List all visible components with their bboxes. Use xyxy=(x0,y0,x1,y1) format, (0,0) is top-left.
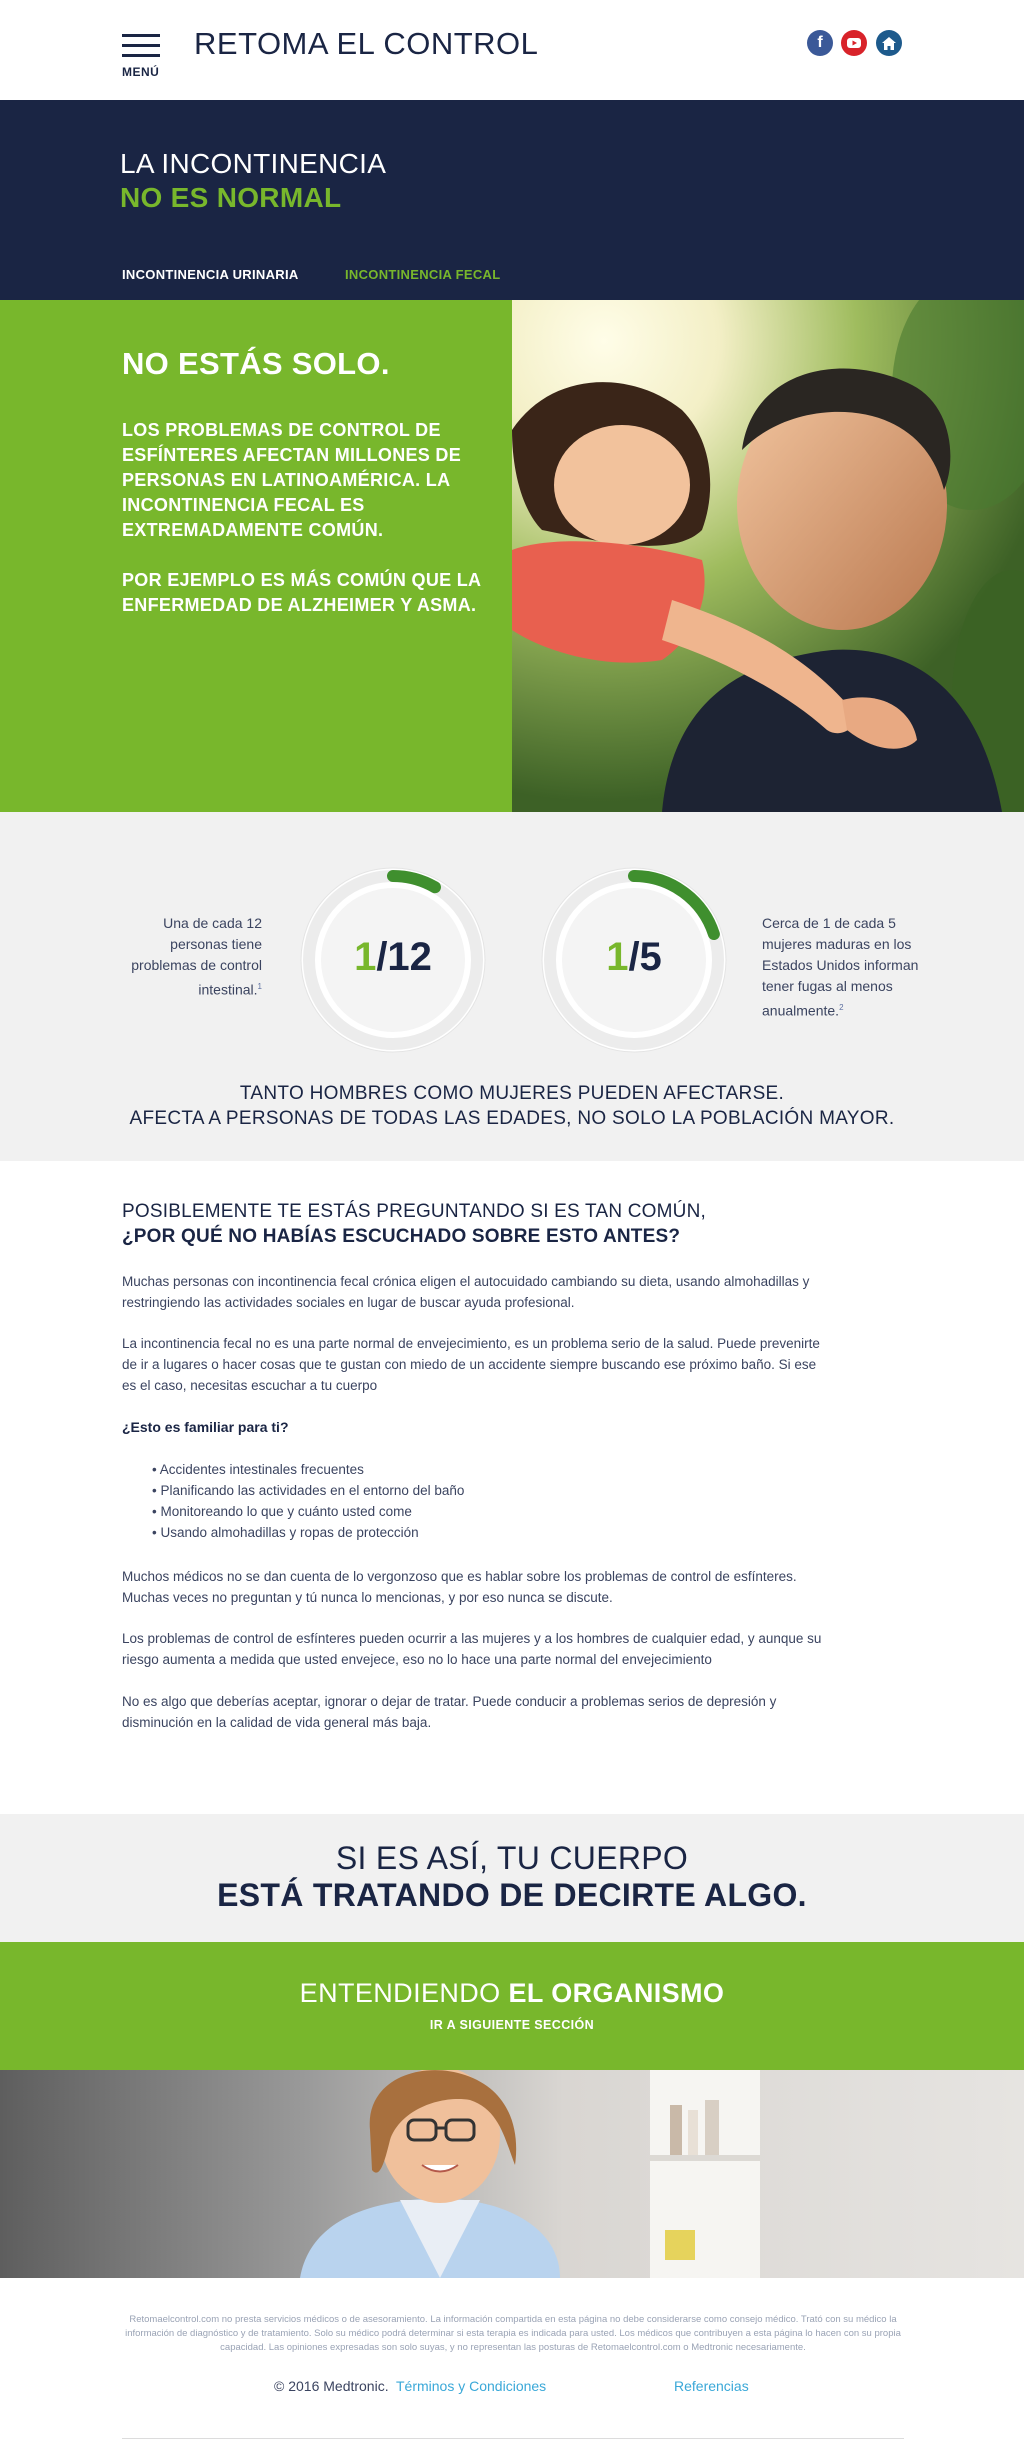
ring-numerator: 1 xyxy=(354,935,377,979)
menu-label: MENÚ xyxy=(122,65,160,79)
site-footer: Retomaelcontrol.com no presta servicios … xyxy=(0,2278,1024,2443)
menu-button[interactable]: MENÚ xyxy=(122,34,160,80)
hero-text-panel: NO ESTÁS SOLO. LOS PROBLEMAS DE CONTROL … xyxy=(0,300,512,812)
callout-line-bold: ESTÁ TRATANDO DE DECIRTE ALGO. xyxy=(217,1877,807,1913)
next-section-banner[interactable]: ENTENDIENDO EL ORGANISMO IR A SIGUIENTE … xyxy=(0,1942,1024,2070)
tab-urinary-incontinence[interactable]: INCONTINENCIA URINARIA xyxy=(122,267,299,282)
next-section-title-light: ENTENDIENDO xyxy=(299,1978,509,2008)
list-item: Accidentes intestinales frecuentes xyxy=(152,1459,464,1480)
doctor-photo xyxy=(0,2070,1024,2278)
ring-numerator: 1 xyxy=(606,935,629,979)
article-paragraph: No es algo que deberías aceptar, ignorar… xyxy=(122,1694,777,1730)
symptom-list: Accidentes intestinales frecuentes Plani… xyxy=(152,1459,465,1543)
article-paragraph: Muchas personas con incontinencia fecal … xyxy=(122,1274,810,1310)
list-item: Planificando las actividades en el entor… xyxy=(152,1480,464,1501)
hamburger-icon-bar xyxy=(122,54,160,57)
tab-fecal-incontinence[interactable]: INCONTINENCIA FECAL xyxy=(345,267,500,282)
article-paragraph: La incontinencia fecal no es una parte n… xyxy=(122,1336,820,1393)
article-section: POSIBLEMENTE TE ESTÁS PREGUNTANDO SI ES … xyxy=(0,1161,1024,1814)
hamburger-icon-bar xyxy=(122,44,160,47)
copyright: © 2016 Medtronic. xyxy=(274,2378,389,2394)
article-paragraph: Muchos médicos no se dan cuenta de lo ve… xyxy=(122,1569,797,1605)
intro-heading-bold: NO ES NORMAL xyxy=(120,182,342,213)
article-question: ¿Esto es familiar para ti? xyxy=(122,1419,289,1435)
stat-ring-1-in-12: 1/12 xyxy=(293,860,493,1060)
hero-paragraph: LOS PROBLEMAS DE CONTROL DE ESFÍNTERES A… xyxy=(122,420,462,540)
footer-disclaimer: Retomaelcontrol.com no presta servicios … xyxy=(125,2314,901,2353)
home-icon[interactable] xyxy=(876,30,902,56)
article-subheading: ¿POR QUÉ NO HABÍAS ESCUCHADO SOBRE ESTO … xyxy=(122,1226,681,1247)
site-title[interactable]: RETOMA EL CONTROL xyxy=(194,26,538,62)
intro-band: LA INCONTINENCIA NO ES NORMAL INCONTINEN… xyxy=(0,100,1024,300)
ring-denominator: /5 xyxy=(628,935,662,979)
stat-ring-1-in-5: 1/5 xyxy=(534,860,734,1060)
hero-section: NO ESTÁS SOLO. LOS PROBLEMAS DE CONTROL … xyxy=(0,300,1024,812)
list-item: Usando almohadillas y ropas de protecció… xyxy=(152,1522,464,1543)
hero-photo-father-daughter xyxy=(512,300,1024,812)
stats-caption: AFECTA A PERSONAS DE TODAS LAS EDADES, N… xyxy=(129,1108,895,1129)
next-section-link[interactable]: IR A SIGUIENTE SECCIÓN xyxy=(0,2018,1024,2032)
hamburger-icon-bar xyxy=(122,34,160,37)
body-callout: SI ES ASÍ, TU CUERPO ESTÁ TRATANDO DE DE… xyxy=(0,1814,1024,1942)
article-heading: POSIBLEMENTE TE ESTÁS PREGUNTANDO SI ES … xyxy=(122,1201,706,1222)
facebook-icon[interactable]: f xyxy=(807,30,833,56)
references-link[interactable]: Referencias xyxy=(674,2378,749,2394)
hero-paragraph: POR EJEMPLO ES MÁS COMÚN QUE LA ENFERMED… xyxy=(122,570,481,615)
callout-line-light: SI ES ASÍ, TU CUERPO xyxy=(335,1840,689,1876)
ring-value: 1/5 xyxy=(534,935,734,980)
statistics-section: Una de cada 12 personas tiene problemas … xyxy=(0,812,1024,1161)
stat-description-right: Cerca de 1 de cada 5 mujeres maduras en … xyxy=(762,913,926,1022)
reference-marker[interactable]: 1 xyxy=(258,982,262,991)
terms-link[interactable]: Términos y Condiciones xyxy=(396,2378,546,2394)
hero-title: NO ESTÁS SOLO. xyxy=(122,346,390,381)
stat-text: Una de cada 12 personas tiene problemas … xyxy=(131,915,262,998)
stats-caption: TANTO HOMBRES COMO MUJERES PUEDEN AFECTA… xyxy=(239,1083,785,1104)
reference-marker[interactable]: 2 xyxy=(839,1003,843,1012)
next-section-title-bold: EL ORGANISMO xyxy=(508,1978,725,2008)
youtube-icon[interactable] xyxy=(841,30,867,56)
stat-description-left: Una de cada 12 personas tiene problemas … xyxy=(120,913,262,1001)
list-item: Monitoreando lo que y cuánto usted come xyxy=(152,1501,464,1522)
intro-heading-light: LA INCONTINENCIA xyxy=(120,148,387,179)
ring-denominator: /12 xyxy=(376,935,432,979)
site-header: MENÚ RETOMA EL CONTROL f xyxy=(0,0,1024,100)
footer-divider xyxy=(122,2438,904,2439)
article-paragraph: Los problemas de control de esfínteres p… xyxy=(122,1631,822,1667)
ring-value: 1/12 xyxy=(293,935,493,980)
next-section-title: ENTENDIENDO EL ORGANISMO xyxy=(0,1978,1024,2009)
